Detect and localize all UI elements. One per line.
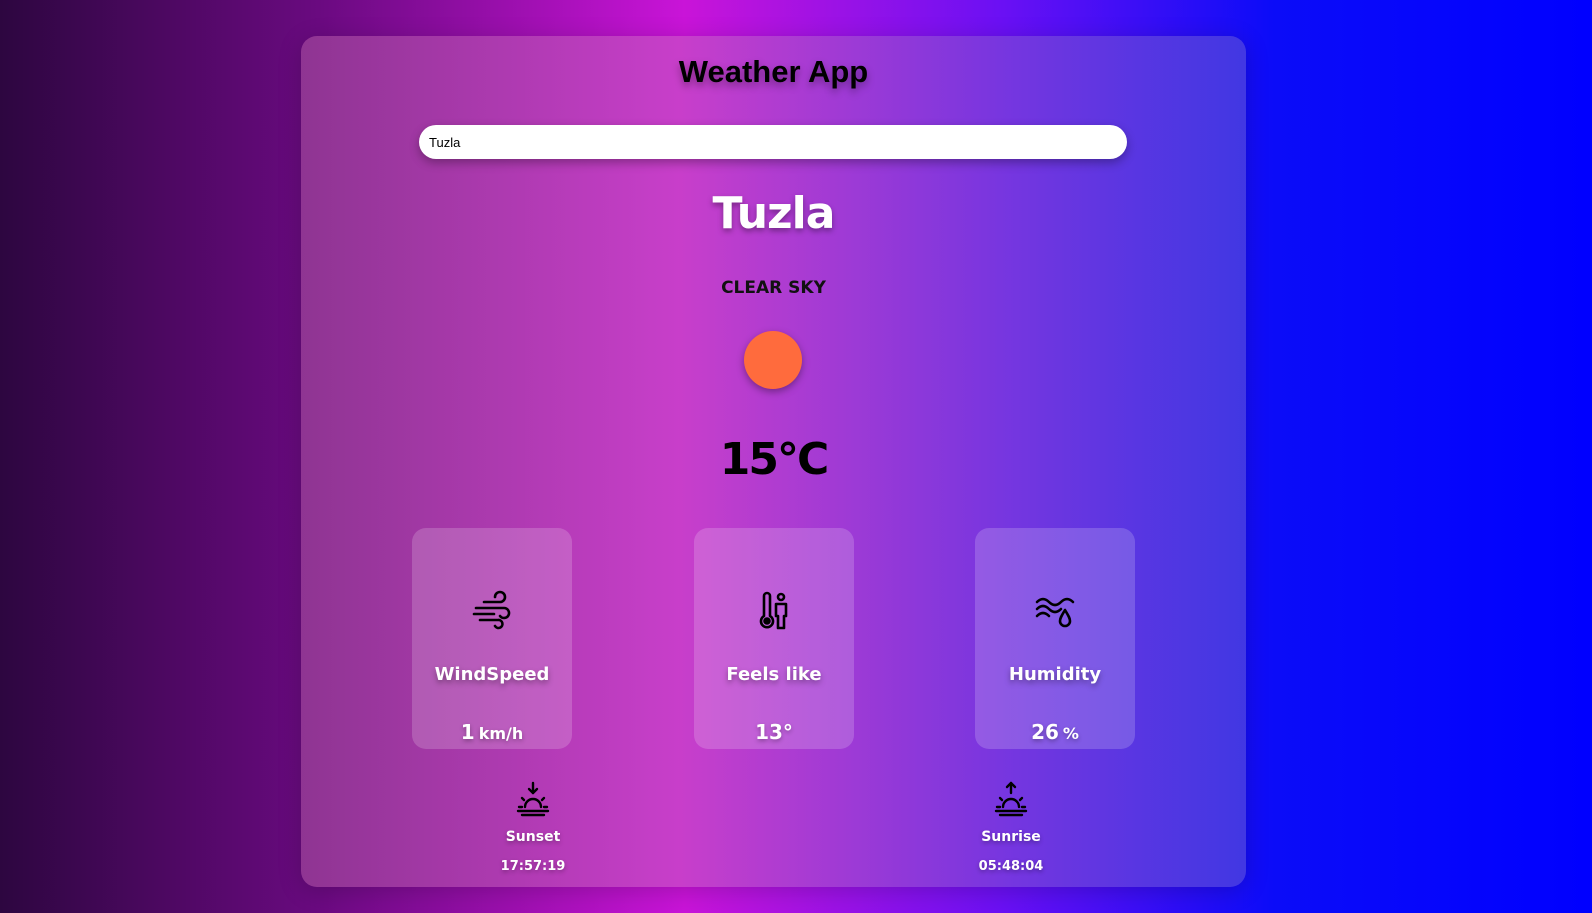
windspeed-value: 1 km/h [412,720,572,744]
thermometer-person-icon [694,590,854,638]
sunset-block: Sunset 17:57:19 [473,781,593,874]
city-name: Tuzla [712,188,836,239]
humidity-tile: Humidity 26% [975,528,1135,749]
sunrise-icon [951,781,1071,821]
windspeed-label: WindSpeed [434,664,550,685]
humidity-icon [975,590,1135,638]
humidity-number: 26 [1031,720,1059,744]
sunset-time: 17:57:19 [500,859,566,874]
temperature: 15°C [719,434,830,485]
city-search-input[interactable] [419,125,1127,159]
sunset-label: Sunset [505,829,561,845]
sunrise-time: 05:48:04 [978,859,1044,874]
sunrise-block: Sunrise 05:48:04 [951,781,1071,874]
wind-icon [412,590,572,638]
humidity-unit: % [1062,724,1079,743]
weather-description: CLEAR SKY [721,278,826,298]
windspeed-unit: km/h [478,724,524,743]
sun-icon [744,331,802,389]
feels-like-number: 13° [755,720,793,744]
sunset-icon [473,781,593,821]
humidity-value: 26% [975,720,1135,744]
feels-like-tile: Feels like 13° [694,528,854,749]
sunrise-label: Sunrise [981,829,1041,845]
humidity-label: Humidity [1008,664,1102,685]
windspeed-tile: WindSpeed 1 km/h [412,528,572,749]
feels-like-value: 13° [694,720,854,744]
windspeed-number: 1 [460,720,475,744]
feels-like-label: Feels like [726,664,822,685]
app-title: Weather App [678,54,869,89]
weather-card: Weather App Tuzla CLEAR SKY 15°C WindSpe… [301,36,1246,887]
